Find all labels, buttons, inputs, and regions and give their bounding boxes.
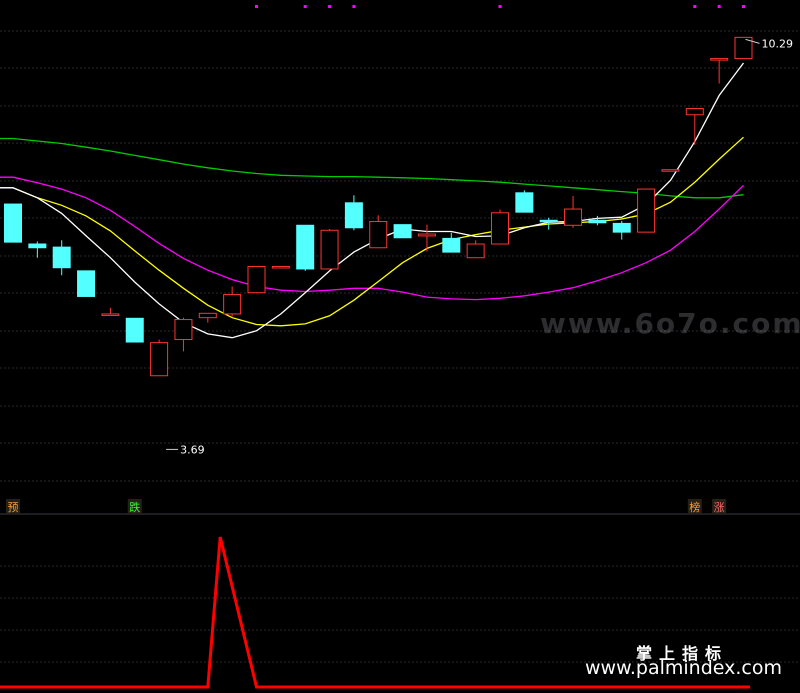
candle-up bbox=[661, 169, 680, 172]
candle-down bbox=[28, 243, 47, 249]
candle-up bbox=[466, 243, 485, 259]
signal-tag: 预 bbox=[8, 501, 19, 514]
candle-down bbox=[296, 224, 315, 270]
top-marker-dot bbox=[693, 5, 697, 8]
candle-up bbox=[320, 229, 339, 270]
candle-down bbox=[515, 192, 534, 213]
candle-up bbox=[637, 188, 656, 233]
candle-down bbox=[612, 222, 631, 233]
signal-tag: 跌 bbox=[129, 500, 140, 514]
top-marker-dot bbox=[255, 5, 258, 8]
candle-down bbox=[393, 224, 412, 239]
low-price-label: 3.69 bbox=[180, 443, 205, 456]
ma-line-white bbox=[0, 62, 745, 339]
candle-down bbox=[125, 317, 144, 343]
watermark-6o7o: www.6o7o.com bbox=[540, 307, 800, 340]
top-marker-dot bbox=[498, 5, 502, 8]
candle-up bbox=[564, 208, 583, 226]
candle-up bbox=[491, 212, 509, 245]
candle-up bbox=[369, 221, 388, 249]
candle-up bbox=[174, 319, 193, 341]
candle-up bbox=[685, 108, 704, 116]
candle-up bbox=[223, 294, 242, 315]
candle-down bbox=[442, 237, 461, 253]
candle-down bbox=[4, 203, 22, 243]
top-marker-dot bbox=[742, 5, 745, 8]
candle-down bbox=[52, 246, 71, 269]
candle-up bbox=[271, 265, 290, 269]
ma-line-green bbox=[0, 137, 744, 199]
watermark-url: www.palmindex.com bbox=[585, 657, 783, 679]
top-marker-dot bbox=[352, 5, 356, 8]
high-price-label: 10.29 bbox=[762, 37, 794, 50]
stock-chart: 10.29 3.69 预 跌 榜 涨 bbox=[0, 5, 800, 689]
candle-up bbox=[198, 312, 217, 319]
signal-tag: 榜 bbox=[689, 500, 700, 514]
candle-down bbox=[344, 202, 363, 229]
candle-up bbox=[417, 233, 436, 237]
candle-up bbox=[710, 58, 729, 61]
candle-up bbox=[247, 265, 266, 294]
signal-tag: 涨 bbox=[714, 501, 725, 514]
top-marker-dot bbox=[303, 5, 307, 8]
candle-down bbox=[539, 219, 558, 223]
candle-up bbox=[101, 313, 120, 316]
top-marker-dot bbox=[717, 5, 721, 8]
candle-up bbox=[150, 342, 169, 377]
candle-down bbox=[588, 219, 607, 224]
top-marker-dot bbox=[328, 5, 332, 8]
candle-down bbox=[77, 270, 96, 297]
